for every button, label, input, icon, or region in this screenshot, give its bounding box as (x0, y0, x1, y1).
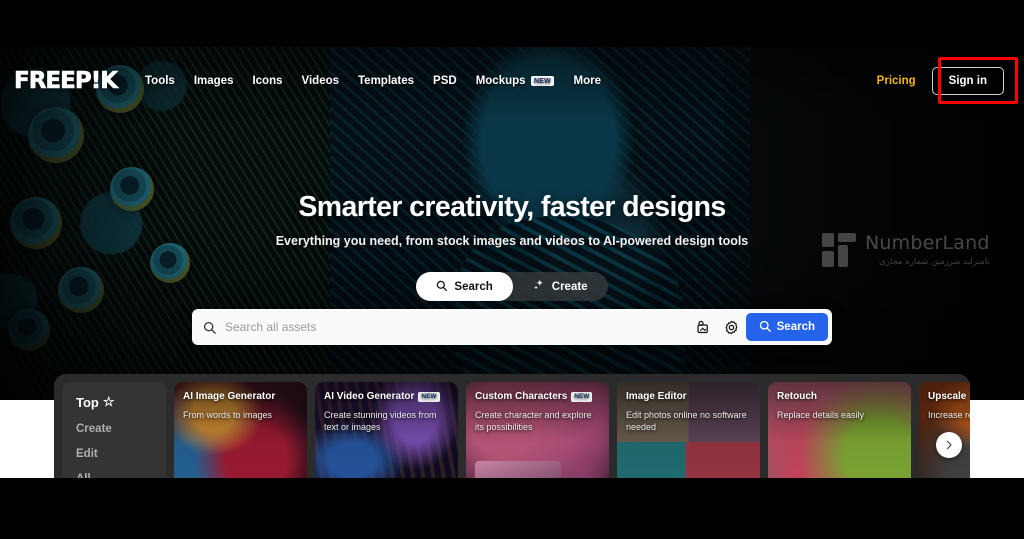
category-label: Top (76, 394, 99, 410)
card-ai-video-generator[interactable]: AI Video Generator NEW Create stunning v… (315, 382, 458, 478)
card-retouch[interactable]: Retouch Replace details easily (768, 382, 911, 478)
card-title: Custom Characters (475, 391, 568, 402)
pricing-link[interactable]: Pricing (877, 75, 916, 87)
tab-search-label: Search (454, 280, 493, 293)
card-subtitle: Create character and explore its possibi… (475, 410, 592, 433)
category-edit[interactable]: Edit (76, 448, 152, 460)
watermark-subtitle: نامبرلند سرزمین شماره مجازی (879, 256, 990, 267)
tab-search[interactable]: Search (416, 272, 513, 301)
chevron-right-icon (946, 440, 952, 449)
card-title: Upscale (928, 391, 967, 402)
search-bar: Search (192, 309, 832, 345)
category-create[interactable]: Create (76, 423, 152, 435)
new-badge: NEW (418, 392, 440, 402)
letterbox-top (0, 0, 1024, 47)
new-badge: NEW (530, 76, 555, 86)
numberland-logo-icon (822, 233, 856, 267)
main-navigation: Tools Images Icons Videos Templates PSD … (145, 75, 601, 87)
mode-toggle: Search Create (0, 272, 1024, 301)
card-title: Image Editor (626, 391, 687, 402)
webpage: FREEP!K Tools Images Icons Videos Templa… (0, 47, 1024, 478)
tab-create-label: Create (551, 280, 588, 293)
nav-item-mockups[interactable]: Mockups NEW (476, 75, 555, 87)
card-subtitle: Replace details easily (777, 410, 865, 420)
tab-create[interactable]: Create (513, 272, 608, 301)
nav-item-tools[interactable]: Tools (145, 75, 175, 87)
search-icon (759, 320, 771, 335)
watermark-name: NumberLand (865, 231, 990, 254)
nav-item-images[interactable]: Images (194, 75, 234, 87)
category-top[interactable]: Top ☆ (76, 394, 152, 410)
nav-label: Templates (358, 75, 415, 87)
search-input[interactable] (225, 320, 690, 334)
nav-label: More (573, 75, 601, 87)
card-upscale[interactable]: Upscale Increase resolu details (919, 382, 970, 478)
category-label: Edit (76, 448, 98, 460)
sign-in-button[interactable]: Sign in (931, 67, 1004, 95)
nav-label: Images (193, 75, 234, 87)
card-custom-characters[interactable]: @laura Custom Characters NEW Create char… (466, 382, 609, 478)
category-label: Create (76, 423, 112, 435)
search-submit-button[interactable]: Search (745, 313, 828, 341)
card-subtitle: Edit photos online no software needed (626, 410, 747, 433)
card-title: AI Image Generator (183, 391, 276, 402)
nav-item-videos[interactable]: Videos (302, 75, 340, 87)
nav-item-icons[interactable]: Icons (252, 75, 282, 87)
search-icon (436, 280, 448, 294)
card-title: Retouch (777, 391, 817, 402)
nav-label: Videos (301, 75, 340, 87)
star-icon: ☆ (102, 394, 115, 409)
freepik-logo[interactable]: FREEP!K (14, 68, 119, 95)
nav-label: Mockups (475, 75, 526, 87)
nav-label: Icons (252, 75, 283, 87)
card-subtitle: Increase resolu details (928, 410, 970, 420)
nav-label: PSD (433, 75, 457, 87)
screenshot-root: FREEP!K Tools Images Icons Videos Templa… (0, 0, 1024, 539)
card-title: AI Video Generator (324, 391, 415, 402)
carousel-next-button[interactable] (936, 431, 962, 458)
image-search-icon[interactable] (690, 313, 718, 341)
card-ai-image-generator[interactable]: AI Image Generator From words to images (174, 382, 307, 478)
numberland-watermark: NumberLand نامبرلند سرزمین شماره مجازی (822, 233, 990, 267)
nav-label: Tools (145, 75, 175, 87)
card-subtitle: From words to images (183, 410, 273, 420)
search-icon (203, 321, 216, 334)
new-badge: NEW (571, 392, 593, 402)
card-subtitle: Create stunning videos from text or imag… (324, 410, 437, 433)
card-image-editor[interactable]: Image Editor Edit photos online no softw… (617, 382, 760, 478)
search-submit-label: Search (776, 321, 815, 333)
nav-item-psd[interactable]: PSD (433, 75, 457, 87)
hero-headline: Smarter creativity, faster designs (298, 191, 726, 223)
sparkle-icon (533, 279, 545, 294)
nav-item-templates[interactable]: Templates (358, 75, 414, 87)
nav-item-more[interactable]: More (573, 75, 600, 87)
letterbox-bottom (0, 478, 1024, 539)
carousel-category-menu: Top ☆ Create Edit All (62, 382, 166, 478)
header-actions: Pricing Sign in (877, 67, 1024, 95)
settings-gear-icon[interactable] (718, 313, 746, 341)
site-header: FREEP!K Tools Images Icons Videos Templa… (0, 47, 1024, 115)
tools-carousel: Top ☆ Create Edit All AI Image Generator… (54, 374, 970, 478)
